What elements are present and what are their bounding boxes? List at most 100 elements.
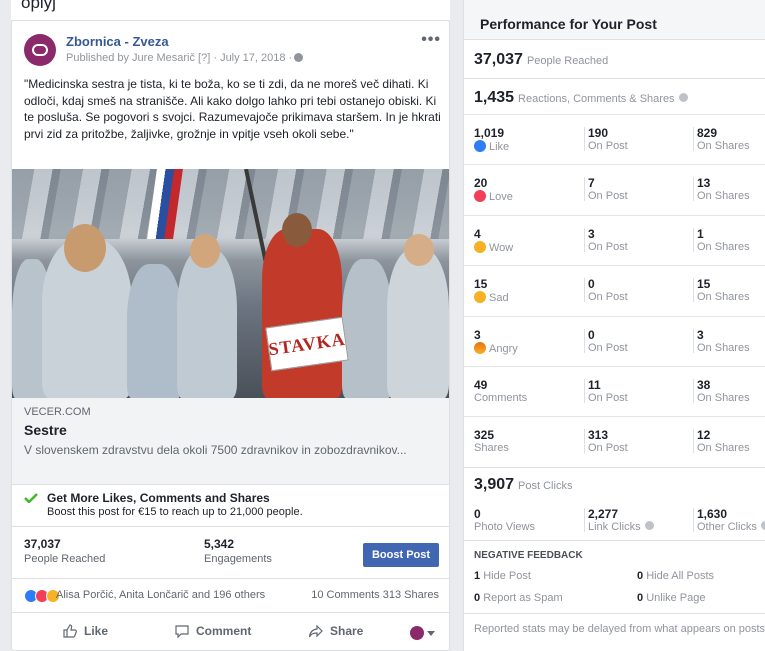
- promo-title: Get More Likes, Comments and Shares: [47, 491, 270, 505]
- comment-label: Comment: [196, 624, 252, 638]
- on-shares-number: 38: [697, 378, 711, 392]
- total-label-row: Angry: [474, 341, 518, 356]
- total-number: 4: [474, 226, 481, 241]
- on-post-label: On Post: [588, 240, 628, 253]
- total-number: 20: [474, 176, 488, 191]
- on-post-cell: 7 On Post: [588, 177, 628, 203]
- comments-shares-count[interactable]: 10 Comments 313 Shares: [311, 589, 439, 601]
- people-reached-number: 37,037: [474, 51, 523, 68]
- on-post-label: On Post: [588, 291, 628, 304]
- on-shares-cell: 3 On Shares: [697, 327, 750, 355]
- column-separator: [584, 508, 585, 532]
- breakdown-row: 325 Shares 313 On Post 12 On Shares: [464, 416, 765, 466]
- total-number: 49: [474, 378, 488, 392]
- unlike-page-label: Unlike Page: [646, 592, 706, 604]
- on-shares-label: On Shares: [697, 392, 750, 404]
- total-label: Love: [489, 191, 513, 204]
- column-separator: [693, 278, 694, 303]
- on-post-number: 0: [588, 327, 595, 342]
- on-shares-number: 13: [697, 176, 711, 191]
- post-actions: Like Comment Share: [12, 613, 449, 650]
- on-post-cell: 11 On Post: [588, 379, 628, 405]
- hide-post-stat: 1 Hide Post: [474, 570, 531, 582]
- on-post-cell: 0 On Post: [588, 278, 628, 304]
- reactions-summary: Alisa Porčić, Anita Lončarič and 196 oth…: [12, 579, 449, 613]
- post-header: Zbornica - Zveza Published by Jure Mesar…: [24, 31, 441, 69]
- on-shares-number: 3: [697, 327, 704, 342]
- reaction-icons[interactable]: [24, 589, 60, 603]
- on-post-label: On Post: [588, 190, 628, 203]
- photo-views-cell: 0 Photo Views: [474, 508, 535, 534]
- audience-selector[interactable]: [410, 626, 435, 640]
- breakdown-row: 15 Sad 0 On Post 15 On Shares: [464, 265, 765, 315]
- on-shares-label: On Shares: [697, 442, 750, 455]
- boost-promo: Get More Likes, Comments and Shares Boos…: [12, 485, 449, 527]
- on-shares-label: On Shares: [697, 140, 750, 152]
- more-options-button[interactable]: •••: [421, 31, 441, 49]
- column-separator: [693, 429, 694, 454]
- total-label: Wow: [489, 241, 514, 254]
- on-post-cell: 3 On Post: [588, 226, 628, 254]
- hide-all-posts-label: Hide All Posts: [646, 570, 715, 582]
- unlike-page-number: 0: [637, 592, 644, 604]
- on-shares-cell: 15 On Shares: [697, 278, 750, 304]
- like-button[interactable]: Like: [62, 623, 108, 639]
- on-shares-label: On Shares: [697, 190, 750, 203]
- on-post-number: 3: [588, 226, 595, 241]
- post-image[interactable]: STAVKA: [12, 169, 449, 398]
- info-icon[interactable]: [644, 521, 654, 530]
- on-shares-cell: 829 On Shares: [697, 127, 750, 153]
- hide-post-number: 1: [474, 570, 481, 582]
- angry-icon: [474, 341, 486, 354]
- comment-button[interactable]: Comment: [174, 623, 251, 639]
- page-name-link[interactable]: Zbornica - Zveza: [66, 34, 169, 49]
- on-post-number: 190: [588, 126, 609, 140]
- share-label: Share: [330, 624, 364, 638]
- share-icon: [308, 624, 323, 638]
- reaction-names[interactable]: Alisa Porčić, Anita Lončarič and 196 oth…: [56, 589, 265, 601]
- hide-all-posts-number: 0: [637, 570, 644, 582]
- on-shares-number: 12: [697, 428, 711, 443]
- breakdown-row: 4 Wow 3 On Post 1 On Shares: [464, 214, 765, 265]
- link-domain: VECER.COM: [24, 406, 91, 418]
- column-separator: [693, 379, 694, 403]
- image-person: [127, 264, 182, 398]
- on-shares-cell: 1 On Shares: [697, 227, 750, 254]
- on-shares-cell: 13 On Shares: [697, 177, 750, 203]
- image-person: [387, 249, 449, 398]
- share-button[interactable]: Share: [308, 623, 363, 639]
- column-separator: [693, 177, 694, 202]
- total-cell: 49 Comments: [474, 379, 527, 405]
- total-label-row: Like: [474, 140, 509, 154]
- total-number: 1,019: [474, 126, 505, 140]
- page-avatar[interactable]: [24, 34, 56, 66]
- report-spam-stat: 0 Report as Spam: [474, 592, 563, 604]
- engagements-count: 5,342: [204, 537, 235, 551]
- link-preview[interactable]: VECER.COM Sestre V slovenskem zdravstvu …: [12, 398, 449, 485]
- image-person-red-jacket: [262, 229, 342, 398]
- panel-header: Performance for Your Post: [464, 0, 765, 40]
- breakdown-row: 20 Love 7 On Post 13 On Shares: [464, 164, 765, 214]
- link-clicks-cell: 2,277 Link Clicks: [588, 508, 654, 534]
- on-post-label: On Post: [588, 341, 628, 354]
- on-post-number: 313: [588, 428, 609, 443]
- on-post-cell: 313 On Post: [588, 429, 628, 455]
- cropped-text: oplyj: [21, 0, 56, 12]
- love-icon: [474, 190, 486, 203]
- info-icon[interactable]: [760, 521, 765, 530]
- image-person: [177, 249, 237, 398]
- total-label: Like: [489, 141, 510, 153]
- boost-post-button[interactable]: Boost Post: [363, 543, 439, 567]
- info-icon[interactable]: [678, 93, 688, 102]
- page-avatar-small: [410, 626, 424, 640]
- screen: oplyj Zbornica - Zveza Published by Jure…: [0, 0, 765, 651]
- link-title[interactable]: Sestre: [24, 422, 67, 438]
- caret-down-icon: [427, 630, 435, 636]
- column-separator: [584, 328, 585, 353]
- total-cell: 4 Wow: [474, 226, 514, 255]
- other-clicks-cell: 1,630 Other Clicks: [697, 508, 765, 534]
- total-label: Sad: [489, 292, 509, 305]
- post-meta: Published by Jure Mesarič [?] · July 17,…: [66, 52, 304, 64]
- post-clicks-stat: 3,907 Post Clicks: [474, 476, 572, 494]
- negative-feedback-heading: NEGATIVE FEEDBACK: [474, 550, 583, 561]
